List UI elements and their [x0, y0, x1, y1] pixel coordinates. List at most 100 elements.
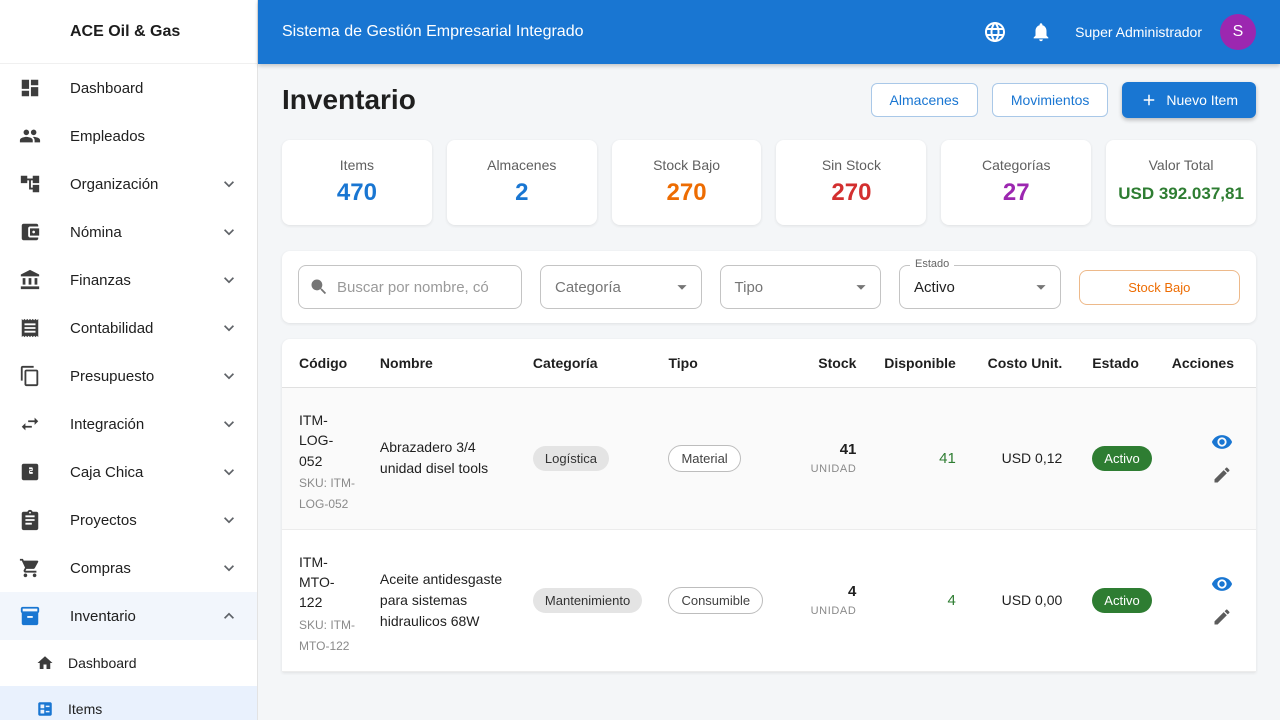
column-header-nombre: Nombre: [369, 339, 523, 388]
chevron-down-icon: [217, 316, 241, 340]
cell-stock: 4 UNIDAD: [779, 529, 867, 672]
available-quantity: 4: [947, 591, 956, 609]
stock-quantity: 4: [848, 583, 857, 601]
chevron-down-icon: [217, 556, 241, 580]
stat-card-almacenes: Almacenes 2: [446, 140, 597, 225]
sidebar-item-label: Compras: [70, 559, 131, 577]
unit-cost: USD 0,12: [1001, 450, 1063, 467]
stat-value: 2: [515, 179, 529, 206]
item-name: Aceite antidesgaste para sistemas hidrau…: [379, 570, 503, 629]
sidebar-item-contabilidad[interactable]: Contabilidad: [0, 304, 257, 352]
avatar[interactable]: S: [1220, 14, 1256, 50]
stats-row: Items 470 Almacenes 2 Stock Bajo 270 Sin…: [282, 140, 1256, 225]
sidebar-item-label: Caja Chica: [70, 463, 144, 481]
dashboard-icon: [18, 76, 42, 100]
stat-label: Items: [339, 157, 375, 173]
inventory-table: Código Nombre Categoría Tipo Stock Dispo…: [282, 339, 1256, 672]
tipo-select[interactable]: Tipo: [719, 265, 882, 309]
stat-card-categorias: Categorías 27: [941, 140, 1092, 225]
stat-card-sin-stock: Sin Stock 270: [776, 140, 927, 225]
sidebar-item-proyectos[interactable]: Proyectos: [0, 496, 257, 544]
stock-bajo-filter-button[interactable]: Stock Bajo: [1078, 269, 1240, 305]
table-row: ITM-LOG-052 SKU: ITM-LOG-052 Abrazadero …: [282, 387, 1256, 530]
page-header: Inventario Almacenes Movimientos Nuevo I…: [282, 82, 1256, 118]
nuevo-item-button[interactable]: Nuevo Item: [1122, 82, 1256, 118]
item-name: Abrazadero 3/4 unidad disel tools: [379, 439, 489, 477]
view-icon[interactable]: [1210, 430, 1234, 454]
sidebar-item-empleados[interactable]: Empleados: [0, 112, 257, 160]
unit-cost: USD 0,00: [1001, 592, 1063, 609]
categoria-chip: Mantenimiento: [532, 587, 643, 613]
stat-card-valor-total: Valor Total USD 392.037,81: [1106, 140, 1256, 225]
cell-estado: Activo: [1072, 529, 1162, 672]
chevron-up-icon: [217, 604, 241, 628]
nuevo-item-label: Nuevo Item: [1166, 92, 1238, 108]
cell-disponible: 41: [866, 387, 966, 530]
estado-select[interactable]: Estado Activo: [899, 258, 1061, 309]
brand-title: ACE Oil & Gas: [0, 0, 257, 64]
tipo-chip: Material: [668, 444, 741, 472]
stock-unit: UNIDAD: [810, 605, 857, 618]
item-sku: SKU: ITM-LOG-052: [299, 475, 355, 511]
search-box: [298, 265, 522, 309]
stat-value: 270: [666, 179, 707, 206]
tipo-select-value: Tipo: [734, 278, 764, 296]
bell-icon[interactable]: [1027, 18, 1055, 46]
sidebar-subitem-inventario-dashboard[interactable]: Dashboard: [0, 640, 257, 686]
sidebar-item-compras[interactable]: Compras: [0, 544, 257, 592]
sidebar-item-label: Empleados: [70, 127, 146, 145]
page-actions: Almacenes Movimientos Nuevo Item: [870, 82, 1256, 118]
stat-label: Categorías: [981, 157, 1051, 173]
dropdown-arrow-icon: [671, 276, 693, 298]
categoria-select[interactable]: Categoría: [540, 265, 702, 309]
chevron-down-icon: [217, 268, 241, 292]
sidebar-item-integracion[interactable]: Integración: [0, 400, 257, 448]
receipt-icon: [18, 316, 42, 340]
edit-icon[interactable]: [1210, 463, 1234, 487]
topbar-right: Super Administrador S: [981, 14, 1256, 50]
stat-label: Valor Total: [1148, 157, 1214, 173]
wallet-icon: [18, 220, 42, 244]
view-icon[interactable]: [1210, 572, 1234, 596]
sidebar-item-nomina[interactable]: Nómina: [0, 208, 257, 256]
estado-select-value: Activo: [914, 278, 955, 296]
cell-stock: 41 UNIDAD: [779, 387, 867, 530]
cash-box-icon: [18, 460, 42, 484]
sidebar-item-label: Finanzas: [70, 271, 131, 289]
globe-icon[interactable]: [981, 18, 1009, 46]
sidebar-subitem-inventario-items[interactable]: Items: [0, 686, 257, 720]
column-header-tipo: Tipo: [658, 339, 780, 388]
sidebar-subitem-label: Dashboard: [68, 655, 137, 671]
copy-icon: [18, 364, 42, 388]
column-header-categoria: Categoría: [522, 339, 659, 388]
stat-label: Almacenes: [487, 157, 557, 173]
cell-codigo: ITM-MTO-122 SKU: ITM-MTO-122: [282, 529, 370, 672]
cell-disponible: 4: [866, 529, 966, 672]
cell-categoria: Mantenimiento: [522, 529, 659, 672]
chevron-down-icon: [217, 460, 241, 484]
sidebar-item-finanzas[interactable]: Finanzas: [0, 256, 257, 304]
sidebar-item-organizacion[interactable]: Organización: [0, 160, 257, 208]
item-code: ITM-MTO-122: [299, 553, 335, 611]
edit-icon[interactable]: [1210, 605, 1234, 629]
column-header-acciones: Acciones: [1161, 339, 1256, 388]
sidebar-item-inventario[interactable]: Inventario: [0, 592, 257, 640]
app-root: ACE Oil & Gas Dashboard Empleados Organi…: [0, 0, 1280, 720]
sidebar-item-caja-chica[interactable]: Caja Chica: [0, 448, 257, 496]
sidebar-item-label: Integración: [70, 415, 145, 433]
dropdown-arrow-icon: [1030, 276, 1052, 298]
search-input[interactable]: [337, 278, 511, 296]
sidebar-item-presupuesto[interactable]: Presupuesto: [0, 352, 257, 400]
movimientos-button[interactable]: Movimientos: [991, 83, 1109, 117]
almacenes-button[interactable]: Almacenes: [870, 83, 978, 117]
row-actions: [1172, 430, 1234, 487]
status-badge: Activo: [1092, 587, 1152, 613]
bank-icon: [18, 268, 42, 292]
cell-costo: USD 0,00: [965, 529, 1073, 672]
cell-tipo: Consumible: [658, 529, 780, 672]
chevron-down-icon: [217, 220, 241, 244]
column-header-codigo: Código: [282, 339, 370, 388]
sidebar-item-dashboard[interactable]: Dashboard: [0, 64, 257, 112]
clipboard-icon: [18, 508, 42, 532]
column-header-stock: Stock: [779, 339, 867, 388]
